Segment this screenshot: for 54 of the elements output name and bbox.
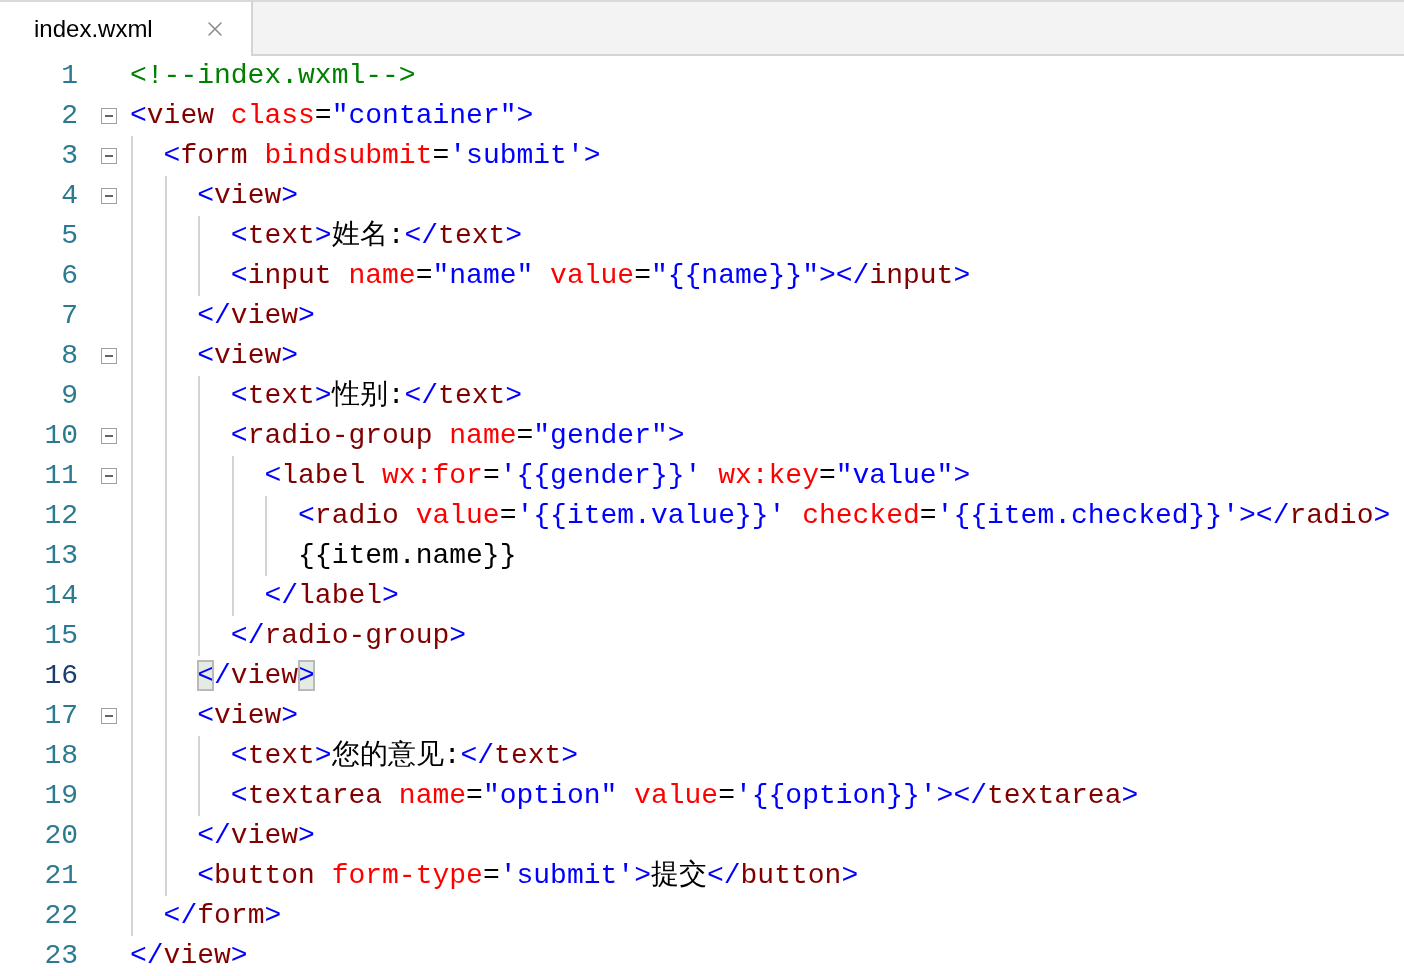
code-line: <text>性别:</text> — [229, 379, 523, 413]
line-number: 9 — [60, 379, 79, 413]
line-number: 7 — [60, 299, 79, 333]
fold-toggle-icon[interactable] — [101, 108, 117, 124]
line-number: 14 — [43, 579, 79, 613]
code-line: </form> — [162, 899, 282, 933]
line-number: 20 — [43, 819, 79, 853]
fold-toggle-icon[interactable] — [101, 468, 117, 484]
line-number: 10 — [43, 419, 79, 453]
fold-toggle-icon[interactable] — [101, 428, 117, 444]
fold-toggle-icon[interactable] — [101, 188, 117, 204]
fold-toggle-icon[interactable] — [101, 148, 117, 164]
code-line: <label wx:for='{{gender}}' wx:key="value"> — [263, 459, 971, 493]
code-line: </view> — [196, 659, 315, 693]
code-line: <button form-type='submit'>提交</button> — [196, 858, 859, 893]
line-number: 17 — [43, 699, 79, 733]
line-number: 11 — [43, 459, 79, 493]
code-line: </view> — [196, 299, 315, 333]
code-line: <view> — [196, 699, 299, 733]
line-number: 1 — [60, 59, 79, 93]
code-line: <!--index.wxml--> — [130, 59, 416, 93]
code-line: <textarea name="option" value='{{option}}'></textarea> — [229, 779, 1139, 813]
line-number: 3 — [60, 139, 79, 173]
code-line: <view> — [196, 339, 299, 373]
code-line: <form bindsubmit='submit'> — [162, 139, 601, 173]
code-line: <view class="container"> — [130, 99, 534, 133]
line-number: 16 — [43, 659, 79, 693]
line-number: 5 — [60, 219, 79, 253]
code-line: <text>姓名:</text> — [229, 219, 523, 253]
code-line: <radio-group name="gender"> — [229, 419, 685, 453]
fold-toggle-icon[interactable] — [101, 348, 117, 364]
line-number: 8 — [60, 339, 79, 373]
line-number: 23 — [43, 939, 79, 973]
line-number: 21 — [43, 859, 79, 893]
line-number: 6 — [60, 259, 79, 293]
code-line: </radio-group> — [229, 619, 467, 653]
code-line: </view> — [130, 939, 248, 973]
code-line: <text>您的意见:</text> — [229, 739, 579, 773]
line-number: 19 — [43, 779, 79, 813]
code-line: </view> — [196, 819, 315, 853]
file-tab[interactable]: index.wxml — [0, 2, 253, 56]
line-number: 13 — [43, 539, 79, 573]
line-number: 2 — [60, 99, 79, 133]
fold-toggle-icon[interactable] — [101, 708, 117, 724]
code-line: {{item.name}} — [297, 539, 517, 573]
line-number: 15 — [43, 619, 79, 653]
code-line: <view> — [196, 179, 299, 213]
line-number: 22 — [43, 899, 79, 933]
code-line: </label> — [263, 579, 399, 613]
line-number: 18 — [43, 739, 79, 773]
line-number: 4 — [60, 179, 79, 213]
code-line: <input name="name" value="{{name}}"></input> — [229, 259, 971, 293]
line-number: 12 — [43, 499, 79, 533]
code-line: <radio value='{{item.value}}' checked='{{item.checked}}'></radio> — [297, 499, 1391, 533]
